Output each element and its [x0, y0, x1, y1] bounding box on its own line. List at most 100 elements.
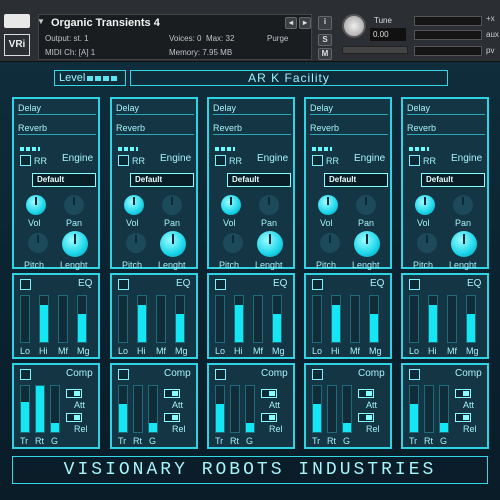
delay-send[interactable]: Delay: [116, 101, 194, 115]
solo-button[interactable]: S: [318, 34, 332, 46]
eq-mf-slider[interactable]: [156, 295, 166, 343]
preset-dropdown[interactable]: Default: [324, 173, 388, 187]
eq-hi-slider[interactable]: [331, 295, 341, 343]
tune-knob[interactable]: [342, 14, 366, 38]
wrench-icon[interactable]: [4, 14, 30, 28]
comp-g-slider[interactable]: [439, 385, 449, 433]
comp-g-slider[interactable]: [245, 385, 255, 433]
reverb-send[interactable]: Reverb: [213, 121, 291, 135]
rel-toggle[interactable]: [455, 413, 471, 422]
rr-checkbox[interactable]: [215, 155, 226, 166]
pan-knob[interactable]: [453, 195, 473, 215]
pan-knob[interactable]: [259, 195, 279, 215]
comp-rt-slider[interactable]: [230, 385, 240, 433]
rr-checkbox[interactable]: [409, 155, 420, 166]
reverb-send[interactable]: Reverb: [116, 121, 194, 135]
comp-g-slider[interactable]: [342, 385, 352, 433]
reverb-send[interactable]: Reverb: [18, 121, 96, 135]
pan-knob[interactable]: [162, 195, 182, 215]
att-toggle[interactable]: [164, 389, 180, 398]
eq-checkbox[interactable]: [312, 279, 323, 290]
midi-row[interactable]: MIDI Ch: [A] 1: [45, 48, 95, 57]
att-toggle[interactable]: [455, 389, 471, 398]
eq-mg-slider[interactable]: [369, 295, 379, 343]
comp-rt-slider[interactable]: [424, 385, 434, 433]
vol-knob[interactable]: [221, 195, 241, 215]
eq-mf-slider[interactable]: [58, 295, 68, 343]
rr-checkbox[interactable]: [312, 155, 323, 166]
eq-mf-slider[interactable]: [447, 295, 457, 343]
level-display[interactable]: Level: [54, 70, 126, 86]
eq-checkbox[interactable]: [409, 279, 420, 290]
length-knob[interactable]: [257, 231, 283, 257]
comp-rt-slider[interactable]: [133, 385, 143, 433]
pitch-knob[interactable]: [320, 233, 340, 253]
eq-mg-slider[interactable]: [466, 295, 476, 343]
expand-arrow-icon[interactable]: ▼: [37, 17, 45, 26]
info-button[interactable]: i: [318, 16, 332, 30]
aux-button[interactable]: aux: [486, 30, 499, 39]
delay-send[interactable]: Delay: [310, 101, 388, 115]
pan-knob[interactable]: [64, 195, 84, 215]
comp-tr-slider[interactable]: [215, 385, 225, 433]
comp-rt-slider[interactable]: [327, 385, 337, 433]
rel-toggle[interactable]: [164, 413, 180, 422]
pan-slider[interactable]: [342, 46, 408, 54]
eq-lo-slider[interactable]: [312, 295, 322, 343]
kit-name[interactable]: AR K Facility: [130, 70, 448, 86]
mute-button[interactable]: M: [318, 48, 332, 60]
length-knob[interactable]: [354, 231, 380, 257]
eq-mf-slider[interactable]: [253, 295, 263, 343]
comp-tr-slider[interactable]: [118, 385, 128, 433]
pitch-knob[interactable]: [28, 233, 48, 253]
reverb-send[interactable]: Reverb: [407, 121, 485, 135]
eq-mg-slider[interactable]: [77, 295, 87, 343]
delay-send[interactable]: Delay: [407, 101, 485, 115]
rel-toggle[interactable]: [261, 413, 277, 422]
comp-checkbox[interactable]: [215, 369, 226, 380]
length-knob[interactable]: [160, 231, 186, 257]
tune-value[interactable]: 0.00: [370, 28, 406, 41]
pitch-knob[interactable]: [223, 233, 243, 253]
comp-tr-slider[interactable]: [409, 385, 419, 433]
rel-toggle[interactable]: [66, 413, 82, 422]
preset-dropdown[interactable]: Default: [227, 173, 291, 187]
pan-knob[interactable]: [356, 195, 376, 215]
att-toggle[interactable]: [261, 389, 277, 398]
eq-mf-slider[interactable]: [350, 295, 360, 343]
volume-slider[interactable]: [414, 46, 482, 56]
vol-knob[interactable]: [415, 195, 435, 215]
vol-knob[interactable]: [26, 195, 46, 215]
eq-hi-slider[interactable]: [39, 295, 49, 343]
eq-hi-slider[interactable]: [234, 295, 244, 343]
comp-tr-slider[interactable]: [312, 385, 322, 433]
delay-send[interactable]: Delay: [18, 101, 96, 115]
eq-mg-slider[interactable]: [175, 295, 185, 343]
max-value[interactable]: 32: [226, 34, 235, 43]
eq-mg-slider[interactable]: [272, 295, 282, 343]
comp-rt-slider[interactable]: [35, 385, 45, 433]
instrument-title[interactable]: Organic Transients 4: [51, 17, 160, 29]
preset-dropdown[interactable]: Default: [32, 173, 96, 187]
comp-g-slider[interactable]: [50, 385, 60, 433]
rel-toggle[interactable]: [358, 413, 374, 422]
eq-lo-slider[interactable]: [409, 295, 419, 343]
pitch-knob[interactable]: [417, 233, 437, 253]
pitch-knob[interactable]: [126, 233, 146, 253]
eq-lo-slider[interactable]: [118, 295, 128, 343]
delay-send[interactable]: Delay: [213, 101, 291, 115]
eq-checkbox[interactable]: [215, 279, 226, 290]
comp-checkbox[interactable]: [20, 369, 31, 380]
purge-button[interactable]: Purge: [267, 34, 288, 43]
length-knob[interactable]: [451, 231, 477, 257]
vol-knob[interactable]: [124, 195, 144, 215]
eq-checkbox[interactable]: [20, 279, 31, 290]
comp-checkbox[interactable]: [312, 369, 323, 380]
length-knob[interactable]: [62, 231, 88, 257]
eq-hi-slider[interactable]: [428, 295, 438, 343]
output-row[interactable]: Output: st. 1: [45, 34, 89, 43]
rr-checkbox[interactable]: [118, 155, 129, 166]
eq-lo-slider[interactable]: [20, 295, 30, 343]
att-toggle[interactable]: [358, 389, 374, 398]
eq-checkbox[interactable]: [118, 279, 129, 290]
